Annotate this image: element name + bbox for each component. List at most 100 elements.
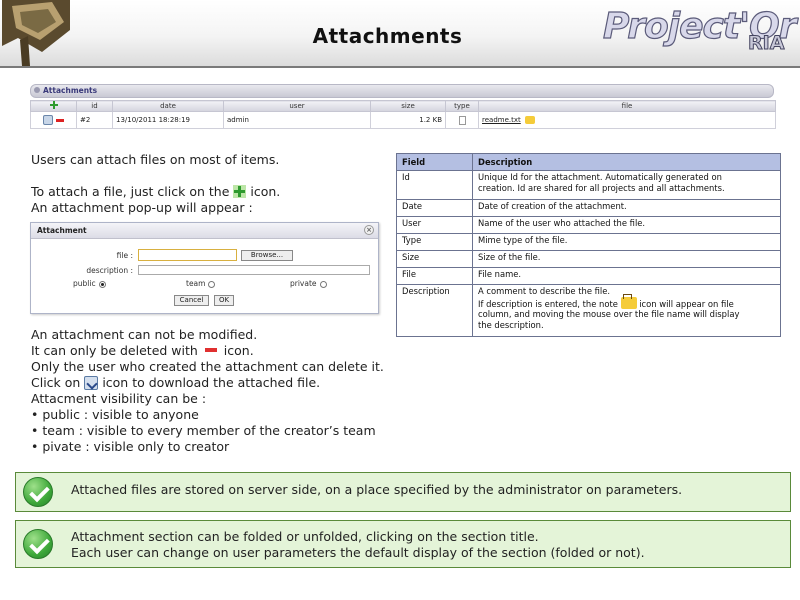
column-header-user: user xyxy=(223,100,371,112)
description-cell: Unique Id for the attachment. Automatica… xyxy=(472,170,781,200)
radio-team-button[interactable] xyxy=(208,280,216,288)
intro-line-2: To attach a file, just click on the icon… xyxy=(31,184,280,199)
description-line: column, and moving the mouse over the fi… xyxy=(478,309,740,319)
description-cell: Size of the file. xyxy=(472,250,781,268)
radio-private[interactable]: private xyxy=(290,279,327,288)
field-cell: Description xyxy=(396,284,473,337)
dialog-title-label: Attachment xyxy=(37,226,87,235)
cell-size: 1.2 KB xyxy=(370,111,446,129)
delete-icon xyxy=(204,348,217,352)
intro-line-3: An attachment pop-up will appear : xyxy=(31,200,253,215)
add-icon[interactable] xyxy=(49,101,58,109)
description-input[interactable] xyxy=(138,265,370,275)
radio-private-label: private xyxy=(290,279,317,288)
attachment-dialog: Attachment × file : Browse... descriptio… xyxy=(30,222,379,314)
column-header-date: date xyxy=(112,100,224,112)
attachments-section: Attachments id date user size type file … xyxy=(30,84,776,130)
fold-icon[interactable] xyxy=(34,87,40,93)
description-line-end: icon will appear on file xyxy=(639,298,734,309)
info-text: Attached files are stored on server side… xyxy=(71,482,683,497)
attachments-section-title[interactable]: Attachments xyxy=(30,84,774,98)
visibility-bullet-private: • pivate : visible only to creator xyxy=(31,439,230,454)
add-icon xyxy=(233,185,247,198)
cell-id: #2 xyxy=(76,111,113,129)
description-line: creation. Id are shared for all projects… xyxy=(478,182,725,193)
cell-type xyxy=(445,111,479,129)
note-icon xyxy=(524,116,535,124)
attachments-table-header: id date user size type file xyxy=(30,100,776,112)
field-cell: Id xyxy=(396,170,473,200)
file-input[interactable] xyxy=(138,249,237,261)
radio-team-label: team xyxy=(186,279,206,288)
info-text: Each user can change on user parameters … xyxy=(71,545,645,560)
table-row: Description A comment to describe the fi… xyxy=(396,284,781,337)
field-table-header: Field Description xyxy=(396,153,781,171)
table-row: Type Mime type of the file. xyxy=(396,233,781,251)
browse-button[interactable]: Browse... xyxy=(241,250,293,261)
table-row: User Name of the user who attached the f… xyxy=(396,216,781,234)
description-cell: A comment to describe the file. If descr… xyxy=(472,284,781,337)
visibility-bullet-team: • team : visible to every member of the … xyxy=(31,423,376,438)
description-line-start: If description is entered, the note xyxy=(478,298,618,309)
attachments-table: id date user size type file #2 13/10/201… xyxy=(30,100,776,129)
description-line: If description is entered, the note icon… xyxy=(478,293,775,310)
column-header-type: type xyxy=(445,100,479,112)
delete-text-start: It can only be deleted with xyxy=(31,343,198,358)
column-header-id: id xyxy=(76,100,113,112)
radio-public-button[interactable] xyxy=(98,280,106,288)
cell-date: 13/10/2011 18:28:19 xyxy=(112,111,224,129)
table-row: File File name. xyxy=(396,267,781,285)
check-icon xyxy=(23,529,53,559)
file-label: file : xyxy=(116,251,133,260)
radio-public-label: public xyxy=(73,279,96,288)
ok-button[interactable]: OK xyxy=(214,295,234,306)
delete-text: It can only be deleted with icon. xyxy=(31,343,254,358)
file-type-icon xyxy=(458,115,466,125)
field-cell: Date xyxy=(396,199,473,217)
download-icon[interactable] xyxy=(43,115,53,125)
radio-team[interactable]: team xyxy=(186,279,216,288)
download-icon xyxy=(84,376,99,390)
not-modified-text: An attachment can not be modified. xyxy=(31,327,258,342)
download-text: Click on icon to download the attached f… xyxy=(31,375,320,390)
field-cell: File xyxy=(396,267,473,285)
field-cell: User xyxy=(396,216,473,234)
column-header-size: size xyxy=(370,100,446,112)
row-actions xyxy=(30,111,77,129)
radio-private-button[interactable] xyxy=(319,280,327,288)
description-cell: File name. xyxy=(472,267,781,285)
description-header: Description xyxy=(472,153,781,171)
description-cell: Name of the user who attached the file. xyxy=(472,216,781,234)
field-cell: Size xyxy=(396,250,473,268)
cell-file: readme.txt xyxy=(478,111,776,129)
info-text: Attachment section can be folded or unfo… xyxy=(71,529,539,544)
field-header: Field xyxy=(396,153,473,171)
visibility-intro: Attacment visibility can be : xyxy=(31,391,207,406)
field-cell: Type xyxy=(396,233,473,251)
brand-logo-subtext: RIA xyxy=(747,32,785,55)
table-row: Date Date of creation of the attachment. xyxy=(396,199,781,217)
only-creator-text: Only the user who created the attachment… xyxy=(31,359,384,374)
attachments-section-label: Attachments xyxy=(43,86,98,95)
radio-public[interactable]: public xyxy=(73,279,106,288)
add-attachment-header xyxy=(30,100,77,112)
intro-line-2-start: To attach a file, just click on the xyxy=(31,184,230,199)
table-row: Id Unique Id for the attachment. Automat… xyxy=(396,170,781,200)
page-header: Attachments Project'Or RIA xyxy=(0,0,800,68)
description-cell: Date of creation of the attachment. xyxy=(472,199,781,217)
info-box-folding: Attachment section can be folded or unfo… xyxy=(15,520,791,568)
close-icon[interactable]: × xyxy=(364,225,374,235)
delete-icon[interactable] xyxy=(56,118,64,122)
dialog-title: Attachment × xyxy=(31,223,378,239)
description-line: Unique Id for the attachment. Automatica… xyxy=(478,172,722,182)
file-link[interactable]: readme.txt xyxy=(482,116,521,124)
intro-line-1: Users can attach files on most of items. xyxy=(31,152,280,167)
download-text-start: Click on xyxy=(31,375,81,390)
intro-line-2-end: icon. xyxy=(250,184,281,199)
visibility-bullet-public: • public : visible to anyone xyxy=(31,407,199,422)
download-text-end: icon to download the attached file. xyxy=(102,375,321,390)
field-description-table: Field Description Id Unique Id for the a… xyxy=(396,153,781,337)
cancel-button[interactable]: Cancel xyxy=(174,295,209,306)
description-line: the description. xyxy=(478,319,544,330)
table-row: Size Size of the file. xyxy=(396,250,781,268)
